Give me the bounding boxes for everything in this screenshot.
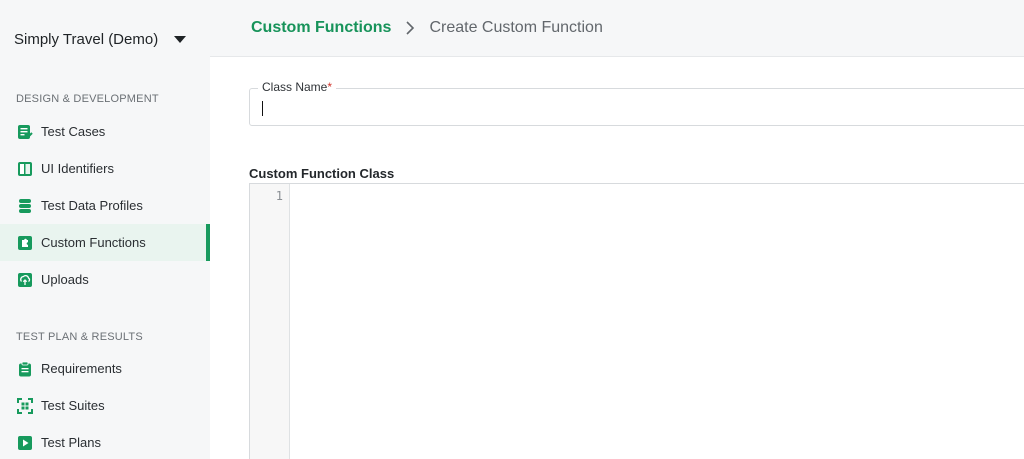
sidebar-item-test-suites[interactable]: Test Suites: [0, 387, 210, 424]
editor-gutter: 1: [250, 184, 290, 459]
sidebar-item-label: Uploads: [41, 272, 89, 287]
sidebar-item-test-data-profiles[interactable]: Test Data Profiles: [0, 187, 210, 224]
text-cursor: [262, 101, 263, 116]
sidebar-item-label: Test Cases: [41, 124, 106, 139]
workspace-selector[interactable]: Simply Travel (Demo): [14, 28, 194, 50]
section-title-test-plan: TEST PLAN & RESULTS: [16, 331, 143, 343]
sidebar-item-custom-functions[interactable]: Custom Functions: [0, 224, 210, 261]
breadcrumb-current: Create Custom Function: [429, 19, 603, 36]
play-icon: [16, 434, 33, 451]
sidebar-item-uploads[interactable]: Uploads: [0, 261, 210, 298]
suites-icon: [16, 397, 33, 414]
upload-icon: [16, 271, 33, 288]
breadcrumb: Custom Functions Create Custom Function: [210, 0, 1024, 57]
sidebar-item-requirements[interactable]: Requirements: [0, 350, 210, 387]
clipboard-icon: [16, 360, 33, 377]
section-title-design: DESIGN & DEVELOPMENT: [16, 93, 159, 105]
line-number: 1: [275, 189, 283, 203]
sidebar-item-ui-identifiers[interactable]: UI Identifiers: [0, 150, 210, 187]
database-icon: [16, 197, 33, 214]
class-name-input[interactable]: [260, 97, 1020, 119]
required-mark: *: [327, 80, 333, 94]
sidebar-item-label: Test Suites: [41, 398, 105, 413]
class-name-label: Class Name*: [258, 80, 337, 94]
sidebar-item-test-plans[interactable]: Test Plans: [0, 424, 210, 459]
class-name-label-text: Class Name: [262, 80, 328, 94]
code-editor[interactable]: 1: [249, 183, 1024, 459]
class-name-field[interactable]: Class Name*: [249, 80, 1024, 126]
sidebar-item-test-cases[interactable]: Test Cases: [0, 113, 210, 150]
sidebar-item-label: Custom Functions: [41, 235, 146, 250]
editor-label: Custom Function Class: [249, 166, 395, 181]
ui-identifiers-icon: [16, 160, 33, 177]
sidebar-item-label: Requirements: [41, 361, 122, 376]
chevron-right-icon: [405, 21, 415, 35]
workspace-name: Simply Travel (Demo): [14, 30, 159, 48]
test-cases-icon: [16, 123, 33, 140]
sidebar-item-label: Test Data Profiles: [41, 198, 143, 213]
chevron-down-icon: [174, 35, 186, 43]
sidebar: Simply Travel (Demo) DESIGN & DEVELOPMEN…: [0, 0, 210, 459]
breadcrumb-parent-link[interactable]: Custom Functions: [251, 19, 391, 37]
sidebar-item-label: UI Identifiers: [41, 161, 114, 176]
sidebar-item-label: Test Plans: [41, 435, 101, 450]
puzzle-icon: [16, 234, 33, 251]
